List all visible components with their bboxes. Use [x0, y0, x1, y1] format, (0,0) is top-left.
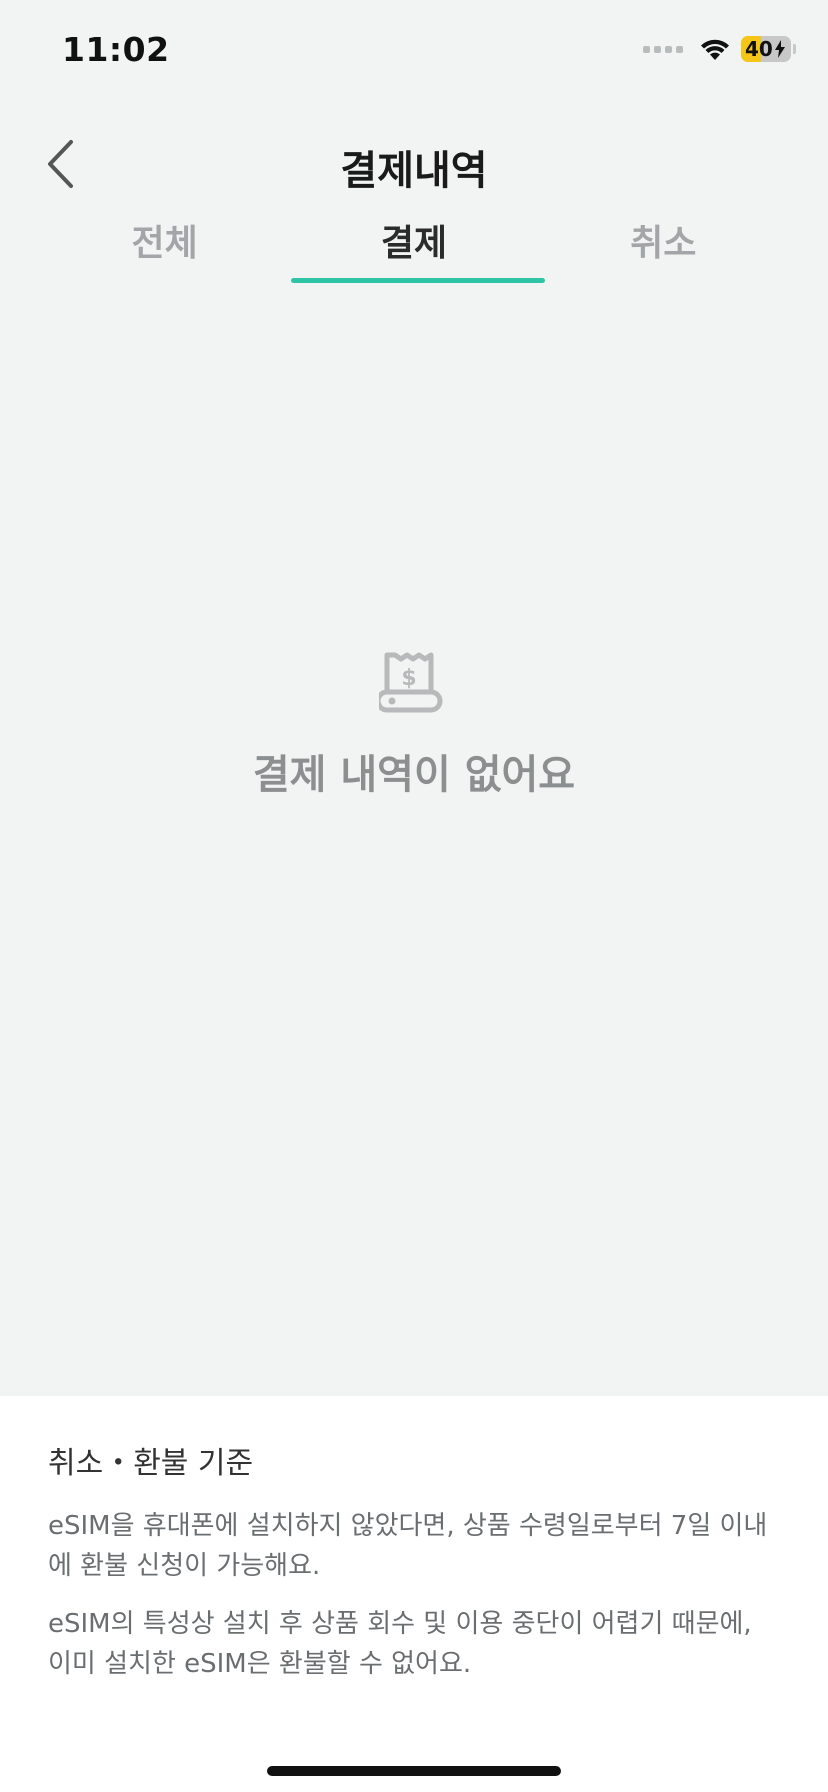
tab-active-indicator [291, 278, 545, 283]
refund-policy-panel: 취소・환불 기준 eSIM을 휴대폰에 설치하지 않았다면, 상품 수령일로부터… [0, 1396, 828, 1792]
receipt-icon: $ [379, 652, 443, 713]
tab-payment[interactable]: 결제 [289, 210, 538, 284]
empty-message: 결제 내역이 없어요 [252, 752, 576, 798]
signal-icon [643, 45, 683, 53]
status-time: 11:02 [62, 30, 170, 69]
svg-text:$: $ [401, 666, 416, 691]
battery-cap [793, 44, 796, 54]
policy-title: 취소・환불 기준 [48, 1446, 254, 1481]
charging-icon [774, 40, 785, 58]
tab-all[interactable]: 전체 [40, 210, 289, 284]
battery-icon: 40 [741, 36, 791, 62]
tab-bar: 전체 결제 취소 [40, 210, 788, 284]
status-indicators: 40 [643, 34, 796, 64]
nav-header: 결제내역 [0, 120, 828, 200]
policy-paragraph: eSIM을 휴대폰에 설치하지 않았다면, 상품 수령일로부터 7일 이내에 환… [48, 1511, 768, 1581]
tab-cancel[interactable]: 취소 [539, 210, 788, 284]
policy-paragraph: eSIM의 특성상 설치 후 상품 회수 및 이용 중단이 어렵기 때문에, 이… [48, 1609, 752, 1679]
status-bar: 11:02 40 [0, 0, 828, 100]
home-indicator[interactable] [267, 1766, 561, 1776]
empty-state: $ 결제 내역이 없어요 [0, 650, 828, 800]
battery-level: 40 [745, 37, 773, 61]
wifi-icon [701, 39, 729, 60]
page-title: 결제내역 [340, 148, 488, 194]
